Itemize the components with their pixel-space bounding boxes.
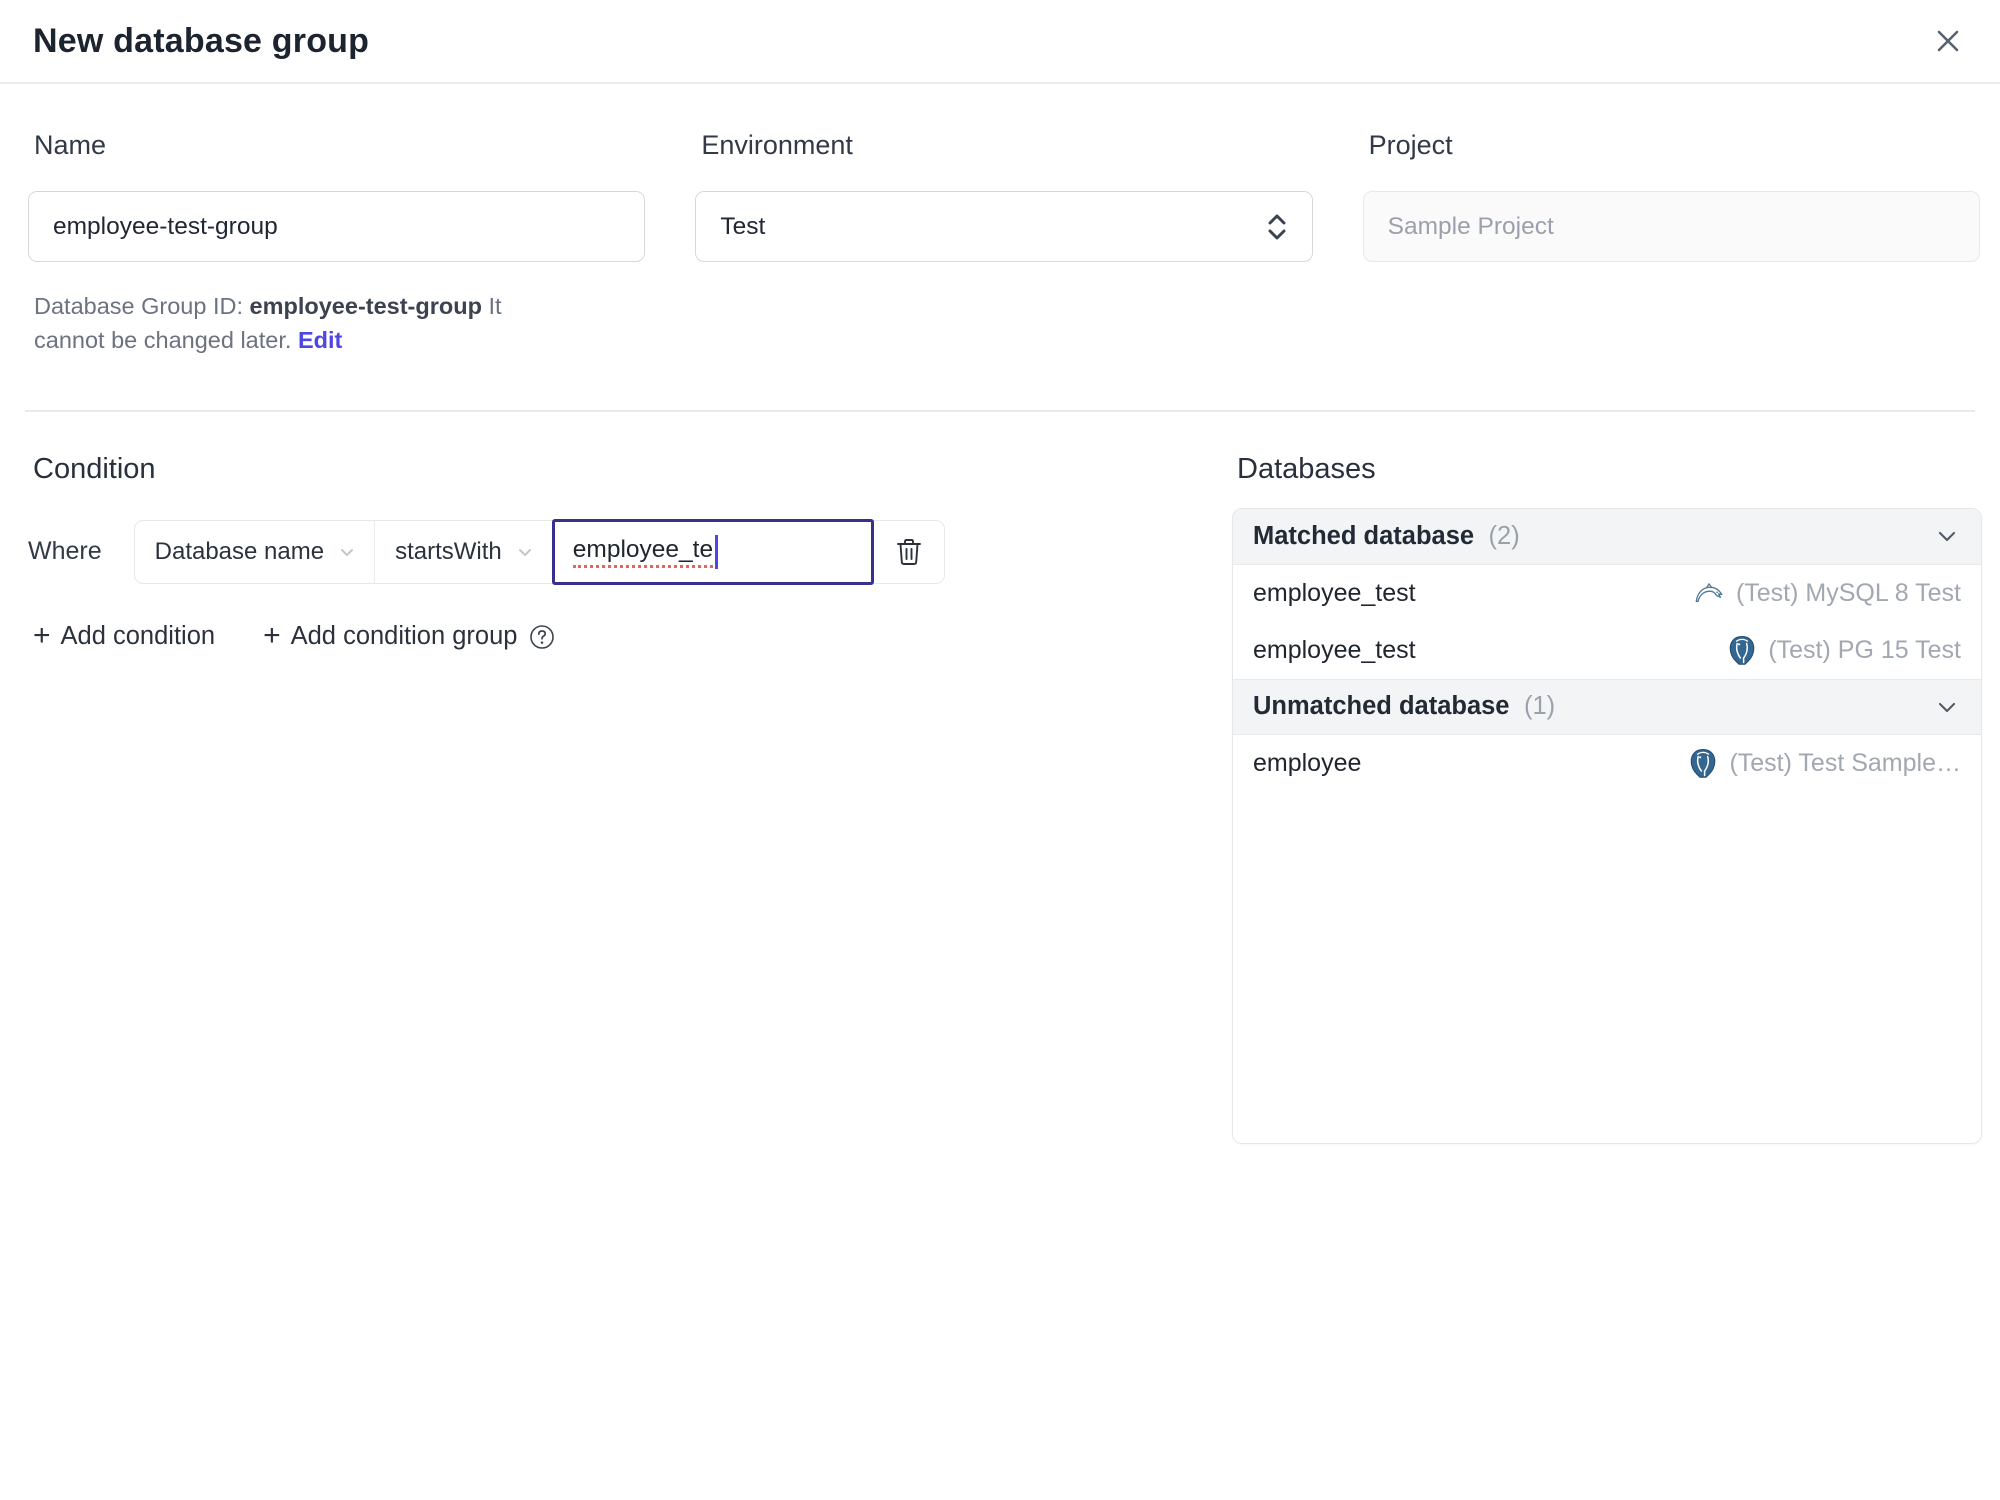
chevron-down-icon	[516, 543, 534, 561]
condition-factor-select[interactable]: Database name	[135, 521, 374, 583]
close-button[interactable]	[1926, 19, 1970, 63]
database-name: employee	[1253, 748, 1362, 777]
add-condition-button[interactable]: + Add condition	[33, 618, 216, 652]
chevron-down-icon	[1935, 695, 1959, 719]
name-label: Name	[34, 130, 107, 160]
databases-heading: Databases	[1237, 452, 1376, 485]
unmatched-database-title-wrap: Unmatched database (1)	[1253, 692, 1555, 721]
chevron-down-icon	[338, 543, 356, 561]
database-instance: (Test) Test Sample…	[1688, 748, 1961, 779]
unmatched-database-title: Unmatched database	[1253, 692, 1510, 721]
postgres-icon	[1727, 635, 1757, 666]
chevron-updown-icon	[1266, 212, 1288, 242]
helper-prefix: Database Group ID:	[34, 293, 250, 319]
dialog-header: New database group	[0, 0, 2000, 84]
databases-section: Databases Matched database (2) employee_…	[1232, 453, 1982, 1144]
group-id-helper: Database Group ID: employee-test-group I…	[34, 290, 546, 358]
database-row: employee (Test) Test Sample…	[1233, 735, 1981, 792]
database-instance: (Test) MySQL 8 Test	[1693, 578, 1961, 608]
add-condition-label: Add condition	[60, 622, 216, 651]
database-instance-label: (Test) PG 15 Test	[1768, 635, 1961, 664]
environment-select[interactable]: Test	[695, 191, 1313, 262]
name-input-value: employee-test-group	[53, 212, 278, 240]
condition-section: Condition Where Database name startsWith	[28, 453, 1232, 1144]
matched-database-title: Matched database	[1253, 521, 1475, 550]
project-select: Sample Project	[1362, 191, 1980, 262]
unmatched-database-header[interactable]: Unmatched database (1)	[1233, 678, 1981, 735]
database-instance-label: (Test) Test Sample…	[1729, 748, 1961, 777]
project-select-value: Sample Project	[1387, 212, 1554, 240]
project-field-block: Project Sample Project	[1362, 130, 1980, 358]
delete-condition-button[interactable]	[874, 521, 944, 583]
database-row: employee_test (Test) PG 15 Test	[1233, 622, 1981, 679]
trash-icon	[895, 537, 923, 567]
condition-operator-value: startsWith	[395, 537, 502, 565]
condition-operator-select[interactable]: startsWith	[374, 520, 552, 583]
condition-actions: + Add condition + Add condition group	[33, 618, 1232, 652]
environment-select-value: Test	[720, 212, 766, 240]
condition-factor-value: Database name	[154, 537, 325, 565]
condition-row: Where Database name startsWith employee_…	[28, 518, 1232, 585]
environment-field-block: Environment Test	[695, 130, 1313, 358]
close-icon	[1932, 25, 1964, 57]
add-condition-group-label: Add condition group	[290, 622, 518, 651]
database-row: employee_test (Test) MySQL 8 Test	[1233, 565, 1981, 622]
name-field-block: Name employee-test-group Database Group …	[28, 130, 646, 358]
database-name: employee_test	[1253, 578, 1416, 607]
lower-area: Condition Where Database name startsWith	[0, 412, 2000, 1144]
condition-value-text: employee_te	[572, 536, 714, 568]
name-input[interactable]: employee-test-group	[28, 191, 646, 262]
condition-value-input[interactable]: employee_te	[551, 518, 874, 585]
postgres-icon	[1688, 748, 1718, 779]
plus-icon: +	[263, 618, 281, 652]
database-instance: (Test) PG 15 Test	[1727, 635, 1961, 666]
helper-group-id: employee-test-group	[249, 293, 482, 319]
project-label: Project	[1368, 130, 1453, 160]
unmatched-database-count: (1)	[1523, 692, 1556, 721]
help-icon[interactable]	[529, 624, 555, 650]
mysql-icon	[1693, 578, 1725, 608]
dialog-title: New database group	[33, 21, 370, 60]
text-caret	[715, 534, 718, 569]
environment-label: Environment	[701, 130, 853, 160]
condition-heading: Condition	[33, 452, 156, 485]
chevron-down-icon	[1935, 524, 1959, 548]
database-instance-label: (Test) MySQL 8 Test	[1735, 578, 1961, 607]
add-condition-group-button[interactable]: + Add condition group	[263, 618, 555, 652]
where-label: Where	[28, 537, 102, 566]
matched-database-count: (2)	[1488, 521, 1520, 550]
databases-panel: Matched database (2) employee_test (Test…	[1232, 507, 1982, 1144]
matched-database-header[interactable]: Matched database (2)	[1233, 508, 1981, 565]
edit-id-link[interactable]: Edit	[298, 327, 342, 353]
group-form: Name employee-test-group Database Group …	[0, 84, 2000, 358]
plus-icon: +	[33, 618, 51, 652]
matched-database-title-wrap: Matched database (2)	[1253, 522, 1520, 551]
condition-expression-group: Database name startsWith employee_te	[133, 518, 945, 585]
database-name: employee_test	[1253, 635, 1416, 664]
